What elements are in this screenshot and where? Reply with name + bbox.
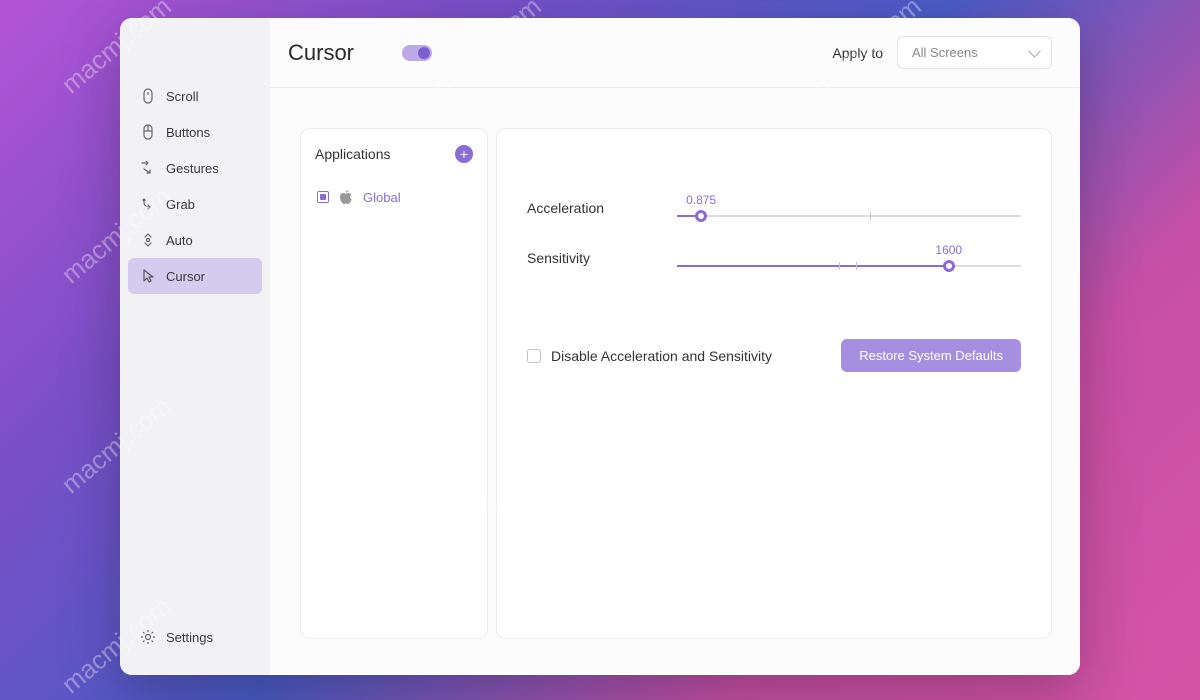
sidebar-item-gestures[interactable]: Gestures — [128, 150, 262, 186]
disable-checkbox[interactable] — [527, 349, 541, 363]
sensitivity-row: Sensitivity 1600 — [527, 249, 1021, 267]
app-item-global[interactable]: Global — [315, 183, 473, 211]
slider-track — [677, 215, 1021, 217]
slider-tick — [856, 262, 857, 270]
applications-panel: Applications + Global — [300, 128, 488, 639]
sidebar-item-label: Auto — [166, 233, 193, 248]
sidebar-item-settings[interactable]: Settings — [128, 619, 262, 655]
gear-icon — [140, 629, 156, 645]
sidebar-footer: Settings — [120, 619, 270, 675]
sidebar-item-scroll[interactable]: Scroll — [128, 78, 262, 114]
sidebar: Scroll Buttons Gestures Grab — [120, 18, 270, 675]
slider-tick — [839, 262, 840, 270]
screen-select[interactable]: All Screens — [897, 36, 1052, 69]
bottom-row: Disable Acceleration and Sensitivity Res… — [527, 339, 1021, 372]
sidebar-item-cursor[interactable]: Cursor — [128, 258, 262, 294]
sidebar-item-auto[interactable]: Auto — [128, 222, 262, 258]
disable-label: Disable Acceleration and Sensitivity — [551, 348, 772, 364]
acceleration-label: Acceleration — [527, 200, 677, 216]
acceleration-slider[interactable]: 0.875 — [677, 199, 1021, 217]
slider-tick — [870, 212, 871, 220]
grab-icon — [140, 196, 156, 212]
add-application-button[interactable]: + — [455, 145, 473, 163]
sidebar-item-buttons[interactable]: Buttons — [128, 114, 262, 150]
gestures-icon — [140, 160, 156, 176]
restore-defaults-button[interactable]: Restore System Defaults — [841, 339, 1021, 372]
slider-fill — [677, 265, 949, 267]
apps-header: Applications + — [315, 145, 473, 163]
settings-panel: Acceleration 0.875 Sensitivity 1600 — [496, 128, 1052, 639]
disable-checkbox-row[interactable]: Disable Acceleration and Sensitivity — [527, 348, 772, 364]
acceleration-row: Acceleration 0.875 — [527, 199, 1021, 217]
sidebar-item-label: Buttons — [166, 125, 210, 140]
apple-icon — [339, 189, 353, 205]
plus-icon: + — [460, 146, 468, 162]
main: Cursor Apply to All Screens Applications… — [270, 18, 1080, 675]
apply-to-label: Apply to — [832, 45, 883, 61]
sidebar-item-label: Grab — [166, 197, 195, 212]
sidebar-item-label: Cursor — [166, 269, 205, 284]
cursor-icon — [140, 268, 156, 284]
slider-thumb[interactable] — [943, 260, 955, 272]
main-body: Applications + Global Acceleration — [270, 88, 1080, 675]
header-right: Apply to All Screens — [832, 36, 1052, 69]
sensitivity-slider[interactable]: 1600 — [677, 249, 1021, 267]
auto-icon — [140, 232, 156, 248]
app-window: Scroll Buttons Gestures Grab — [120, 18, 1080, 675]
mouse-icon — [140, 124, 156, 140]
slider-track — [677, 265, 1021, 267]
apps-title: Applications — [315, 146, 391, 162]
acceleration-value: 0.875 — [686, 193, 716, 207]
app-checkbox[interactable] — [317, 191, 329, 203]
sidebar-item-label: Scroll — [166, 89, 199, 104]
cursor-toggle[interactable] — [402, 45, 432, 61]
app-name: Global — [363, 190, 401, 205]
slider-thumb[interactable] — [695, 210, 707, 222]
scroll-icon — [140, 88, 156, 104]
page-title: Cursor — [288, 40, 354, 66]
main-header: Cursor Apply to All Screens — [270, 18, 1080, 88]
sensitivity-label: Sensitivity — [527, 250, 677, 266]
screen-select-value: All Screens — [912, 45, 978, 60]
sidebar-item-label: Gestures — [166, 161, 219, 176]
sidebar-item-label: Settings — [166, 630, 213, 645]
sensitivity-value: 1600 — [935, 243, 962, 257]
sidebar-items: Scroll Buttons Gestures Grab — [120, 78, 270, 619]
sidebar-item-grab[interactable]: Grab — [128, 186, 262, 222]
